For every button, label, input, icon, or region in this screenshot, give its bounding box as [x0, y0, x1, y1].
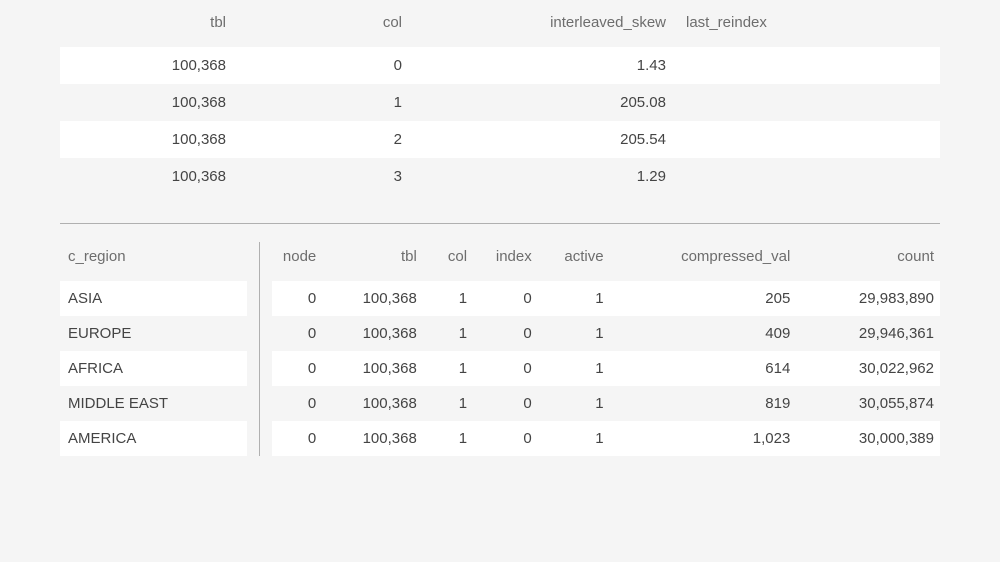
table-row: ASIA — [60, 281, 247, 316]
cell-node: 0 — [272, 386, 322, 421]
cell-skew: 1.29 — [412, 158, 676, 195]
skew-table-header-row: tbl col interleaved_skew last_reindex — [60, 6, 940, 47]
cell-cval: 1,023 — [610, 421, 797, 456]
cell-node: 0 — [272, 316, 322, 351]
detail-header-row: node tbl col index active compressed_val… — [272, 242, 940, 281]
cell-cval: 819 — [610, 386, 797, 421]
cell-cval: 614 — [610, 351, 797, 386]
cell-region: ASIA — [60, 281, 247, 316]
cell-index: 0 — [473, 386, 538, 421]
cell-count: 29,946,361 — [796, 316, 940, 351]
cell-col: 1 — [236, 84, 412, 121]
cell-tbl: 100,368 — [60, 84, 236, 121]
cell-skew: 205.54 — [412, 121, 676, 158]
cell-col: 0 — [236, 47, 412, 84]
cell-node: 0 — [272, 281, 322, 316]
header-c-region: c_region — [60, 242, 247, 281]
cell-col: 2 — [236, 121, 412, 158]
cell-index: 0 — [473, 316, 538, 351]
header-tbl: tbl — [322, 242, 423, 281]
cell-tbl: 100,368 — [322, 386, 423, 421]
cell-tbl: 100,368 — [60, 158, 236, 195]
cell-active: 1 — [538, 281, 610, 316]
cell-reindex — [676, 121, 940, 158]
cell-cval: 205 — [610, 281, 797, 316]
cell-active: 1 — [538, 316, 610, 351]
table-row: 0 100,368 1 0 1 819 30,055,874 — [272, 386, 940, 421]
cell-tbl: 100,368 — [322, 281, 423, 316]
cell-col: 1 — [423, 281, 473, 316]
table-row: 0 100,368 1 0 1 614 30,022,962 — [272, 351, 940, 386]
table-row: 0 100,368 1 0 1 409 29,946,361 — [272, 316, 940, 351]
cell-region: AMERICA — [60, 421, 247, 456]
cell-reindex — [676, 47, 940, 84]
header-col: col — [423, 242, 473, 281]
header-skew: interleaved_skew — [412, 6, 676, 47]
table-row: MIDDLE EAST — [60, 386, 247, 421]
table-row: AMERICA — [60, 421, 247, 456]
cell-col: 1 — [423, 316, 473, 351]
cell-count: 30,055,874 — [796, 386, 940, 421]
cell-cval: 409 — [610, 316, 797, 351]
header-active: active — [538, 242, 610, 281]
cell-tbl: 100,368 — [322, 351, 423, 386]
cell-tbl: 100,368 — [60, 47, 236, 84]
cell-index: 0 — [473, 351, 538, 386]
cell-col: 3 — [236, 158, 412, 195]
cell-col: 1 — [423, 351, 473, 386]
header-node: node — [272, 242, 322, 281]
detail-table: node tbl col index active compressed_val… — [272, 242, 940, 456]
cell-count: 29,983,890 — [796, 281, 940, 316]
cell-index: 0 — [473, 421, 538, 456]
table-row: AFRICA — [60, 351, 247, 386]
table-row: 0 100,368 1 0 1 1,023 30,000,389 — [272, 421, 940, 456]
header-cval: compressed_val — [610, 242, 797, 281]
cell-col: 1 — [423, 386, 473, 421]
table-row: 100,368 1 205.08 — [60, 84, 940, 121]
cell-active: 1 — [538, 421, 610, 456]
cell-col: 1 — [423, 421, 473, 456]
cell-active: 1 — [538, 386, 610, 421]
cell-index: 0 — [473, 281, 538, 316]
cell-reindex — [676, 84, 940, 121]
skew-table: tbl col interleaved_skew last_reindex 10… — [60, 6, 940, 195]
cell-count: 30,000,389 — [796, 421, 940, 456]
region-table: c_region ASIA EUROPE AFRICA MIDDLE EAST … — [60, 242, 247, 456]
detail-panel: node tbl col index active compressed_val… — [260, 242, 940, 456]
region-header-row: c_region — [60, 242, 247, 281]
cell-node: 0 — [272, 421, 322, 456]
section-divider — [60, 223, 940, 224]
cell-region: AFRICA — [60, 351, 247, 386]
cell-node: 0 — [272, 351, 322, 386]
header-count: count — [796, 242, 940, 281]
cell-reindex — [676, 158, 940, 195]
header-tbl: tbl — [60, 6, 236, 47]
bottom-panel: c_region ASIA EUROPE AFRICA MIDDLE EAST … — [60, 242, 940, 456]
table-row: 100,368 2 205.54 — [60, 121, 940, 158]
header-index: index — [473, 242, 538, 281]
cell-region: MIDDLE EAST — [60, 386, 247, 421]
table-row: 100,368 0 1.43 — [60, 47, 940, 84]
cell-skew: 1.43 — [412, 47, 676, 84]
header-reindex: last_reindex — [676, 6, 940, 47]
cell-active: 1 — [538, 351, 610, 386]
table-row: 100,368 3 1.29 — [60, 158, 940, 195]
cell-count: 30,022,962 — [796, 351, 940, 386]
header-col: col — [236, 6, 412, 47]
table-row: 0 100,368 1 0 1 205 29,983,890 — [272, 281, 940, 316]
cell-tbl: 100,368 — [322, 316, 423, 351]
cell-tbl: 100,368 — [322, 421, 423, 456]
cell-skew: 205.08 — [412, 84, 676, 121]
region-panel: c_region ASIA EUROPE AFRICA MIDDLE EAST … — [60, 242, 260, 456]
table-row: EUROPE — [60, 316, 247, 351]
cell-region: EUROPE — [60, 316, 247, 351]
cell-tbl: 100,368 — [60, 121, 236, 158]
